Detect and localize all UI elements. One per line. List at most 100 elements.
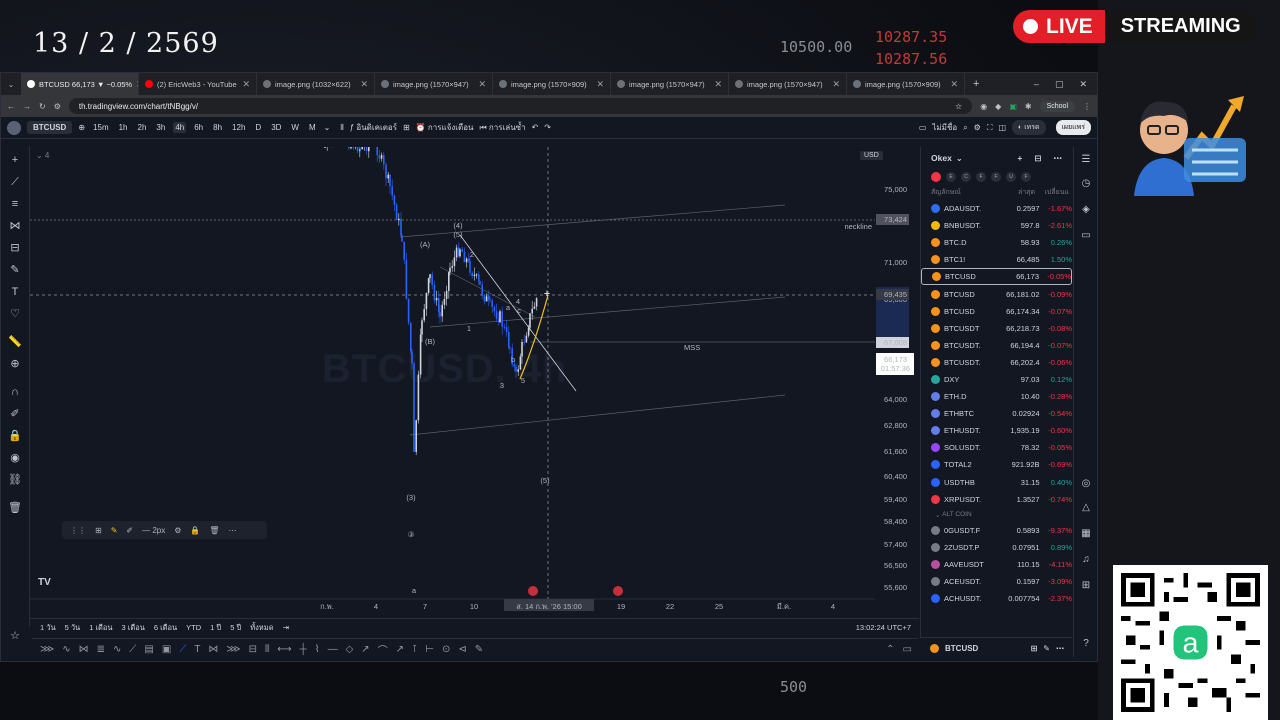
maximize-panel-icon[interactable]: ▭ — [903, 644, 912, 655]
tab-image[interactable]: image.png (1570×947) ✕ — [375, 73, 493, 95]
timeframe-2h[interactable]: 2h — [136, 122, 149, 133]
close-icon[interactable]: ✕ — [714, 79, 722, 90]
ruler-icon[interactable]: 📏 — [8, 335, 22, 349]
close-icon[interactable]: ✕ — [360, 79, 368, 90]
layout-icon[interactable]: ▭ — [919, 123, 927, 132]
watchlist-row[interactable]: 0GUSDT.F 0.5893 -9.37% — [921, 522, 1072, 539]
currency-select[interactable]: USD — [860, 151, 883, 160]
watchlist-row[interactable]: ACHUSDT. 0.007754 -2.37% — [921, 590, 1072, 607]
watchlist-row[interactable]: BTCUSDT 66,218.73 -0.08% — [921, 320, 1072, 337]
drawing-tool-icon[interactable]: ⟋ — [179, 644, 186, 655]
line-width-selector[interactable]: — 2px — [142, 526, 165, 535]
save-layout-button[interactable]: ไม่มีชื่อ — [932, 121, 957, 134]
path-icon[interactable]: ⌇ — [315, 644, 320, 655]
link-icon[interactable]: ⛓ — [8, 473, 22, 487]
trend-line-icon[interactable]: ⟋ — [8, 175, 22, 189]
watchlist-row[interactable]: ACEUSDT. 0.1597 -3.09% — [921, 573, 1072, 590]
fullscreen-icon[interactable]: ⛶ — [987, 123, 993, 133]
horizontal-line-icon[interactable]: ⟷ — [277, 644, 291, 655]
utc-clock[interactable]: 13:02:24 UTC+7 — [856, 623, 911, 632]
fill-color-icon[interactable]: ✐ — [126, 526, 133, 535]
lock-icon[interactable]: 🔒 — [8, 429, 22, 443]
range-5y[interactable]: 5 ปี — [230, 622, 241, 634]
watchlist-row[interactable]: BTCUSD 66,181.02 -0.09% — [921, 285, 1072, 302]
trade-button[interactable]: ◐ เทรด — [1012, 120, 1046, 135]
tab-image[interactable]: image.png (1570×909) ✕ — [493, 73, 611, 95]
timeframe-6h[interactable]: 6h — [192, 122, 205, 133]
apps-grid-icon[interactable]: ⊞ — [1079, 579, 1093, 593]
drawing-mode-icon[interactable]: ✐ — [8, 407, 22, 421]
window-close-icon[interactable]: ✕ — [1079, 79, 1087, 90]
add-symbol-plus-icon[interactable]: + — [1017, 153, 1022, 163]
trash-icon[interactable]: 🗑 — [209, 526, 219, 535]
filter-icon[interactable]: E — [946, 172, 956, 182]
tab-tradingview[interactable]: BTCUSD 66,173 ▼ −0.05%✕ — [21, 73, 139, 95]
watchlist-row[interactable]: BTCUSDT. 66,202.4 -0.06% — [921, 354, 1072, 371]
grid-icon[interactable]: ⊞ — [1031, 644, 1038, 653]
url-field[interactable]: th.tradingview.com/chart/tNBgg/v/ ☆ — [68, 98, 973, 114]
watchlist-row[interactable]: BTC.D 58.93 0.26% — [921, 234, 1072, 251]
close-icon[interactable]: ✕ — [950, 79, 958, 90]
filter-icon[interactable]: F — [1021, 172, 1031, 182]
minimize-icon[interactable]: – — [1034, 79, 1039, 90]
candle-type-icon[interactable]: ⫴ — [340, 123, 343, 133]
filter-icon[interactable]: C — [961, 172, 971, 182]
filter-icon[interactable]: F — [991, 172, 1001, 182]
tab-image[interactable]: image.png (1032×622) ✕ — [257, 73, 375, 95]
publish-button[interactable]: เผยแพร่ — [1055, 120, 1091, 135]
heart-icon[interactable]: ♡ — [8, 307, 22, 321]
close-icon[interactable]: ✕ — [242, 79, 250, 90]
watchlist-row[interactable]: BTCUSD 66,174.34 -0.07% — [921, 303, 1072, 320]
settings-gear-icon[interactable]: ⚙ — [974, 123, 981, 132]
target-icon[interactable]: ⊙ — [442, 644, 450, 655]
fib-icon[interactable]: ≡ — [8, 197, 22, 211]
text-tool-icon[interactable]: T — [194, 644, 200, 655]
text-tool-icon[interactable]: T — [8, 285, 22, 299]
timeframe-1h[interactable]: 1h — [117, 122, 130, 133]
site-info-icon[interactable]: ⚙ — [54, 102, 61, 111]
ideas-icon[interactable]: △ — [1079, 501, 1093, 515]
arrow-icon[interactable]: ↗ — [361, 644, 369, 655]
watchlist-row[interactable]: ADAUSDT. 0.2597 -1.67% — [921, 200, 1072, 217]
timeframe-15m[interactable]: 15m — [91, 122, 111, 133]
watchlist-row[interactable]: SOLUSDT. 78.32 -0.05% — [921, 439, 1072, 456]
drawing-tool-icon[interactable]: ⋈ — [208, 644, 218, 655]
watchlist-title[interactable]: Okex — [931, 153, 952, 163]
crosshair-icon[interactable]: + — [8, 153, 22, 167]
filter-icon[interactable]: U — [1006, 172, 1016, 182]
watchlist-row[interactable]: USDTHB 31.15 0.40% — [921, 474, 1072, 491]
price-chart[interactable]: 75,00071,00069,00065,00064,00062,80061,6… — [30, 147, 919, 611]
brush-icon[interactable]: ✎ — [475, 644, 483, 655]
replay-button[interactable]: ⏮ การเล่นซ้ำ — [479, 121, 525, 134]
tab-image[interactable]: image.png (1570×909) ✕ — [847, 73, 965, 95]
edit-icon[interactable]: ✎ — [1043, 644, 1050, 653]
drawing-tool-icon[interactable]: ⋙ — [40, 644, 54, 655]
filter-icon[interactable]: F — [976, 172, 986, 182]
indicators-button[interactable]: ƒ อินดิเคเตอร์ — [350, 121, 397, 134]
vertical-line-icon[interactable]: ┼ — [300, 644, 307, 655]
range-3m[interactable]: 3 เดือน — [122, 622, 145, 634]
zoom-in-icon[interactable]: ⊕ — [8, 357, 22, 371]
bookmark-star-icon[interactable]: ☆ — [955, 102, 962, 111]
camera-icon[interactable]: ◫ — [998, 123, 1006, 132]
alert-button[interactable]: ⏰ การแจ้งเตือน — [416, 121, 474, 134]
user-avatar-icon[interactable] — [7, 120, 21, 135]
lock-icon[interactable]: 🔒 — [190, 526, 200, 535]
timeframe-12h[interactable]: 12h — [230, 122, 247, 133]
watchlist-row[interactable]: 2ZUSDT.P 0.07951 0.89% — [921, 539, 1072, 556]
forward-arrow-icon[interactable]: → — [23, 102, 31, 111]
layers-icon[interactable]: ◈ — [1079, 203, 1093, 217]
range-1m[interactable]: 1 เดือน — [89, 622, 112, 634]
watchlist-row[interactable]: BTCUSD 66,173 -0.05% — [921, 268, 1072, 286]
template-icon[interactable]: ⊞ — [95, 526, 102, 535]
watchlist-row[interactable]: ETHUSDT. 1,935.19 -0.60% — [921, 422, 1072, 439]
chevron-up-icon[interactable]: ⌃ — [886, 644, 894, 655]
watchlist-row[interactable]: AAVEUSDT 110.15 -4.11% — [921, 556, 1072, 573]
drawing-tool-icon[interactable]: ∿ — [62, 644, 70, 655]
tab-search-icon[interactable]: ⌄ — [1, 80, 21, 89]
chevron-down-icon[interactable]: ⌄ — [956, 153, 963, 164]
tab-image[interactable]: image.png (1570×947) ✕ — [729, 73, 847, 95]
range-ytd[interactable]: YTD — [186, 623, 201, 632]
extension-icon[interactable]: ◉ — [980, 102, 987, 111]
watchlist-row[interactable]: XRPUSDT. 1.3527 -0.74% — [921, 491, 1072, 508]
